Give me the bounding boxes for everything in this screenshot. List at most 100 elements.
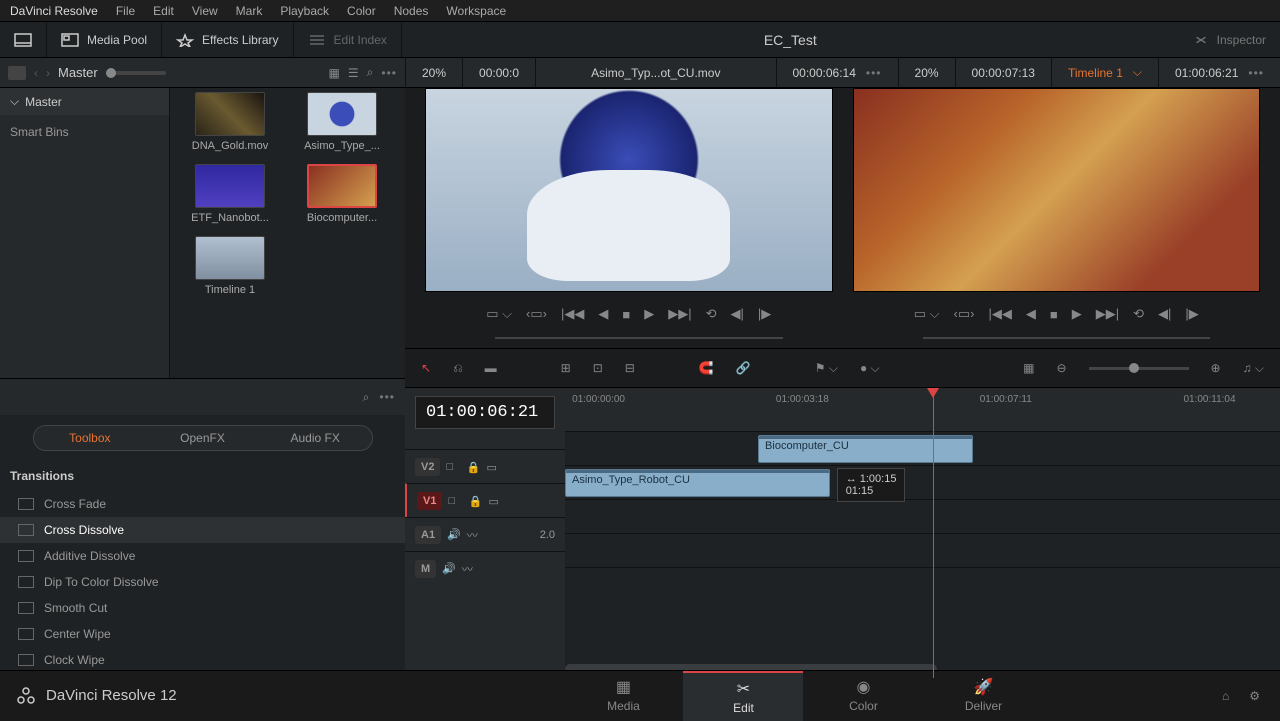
timeline-timecode[interactable]: 01:00:06:21: [415, 396, 555, 429]
nav-prev-icon[interactable]: ‹: [34, 66, 38, 80]
source-viewer[interactable]: [425, 88, 833, 292]
mute-icon[interactable]: 🔊: [447, 528, 461, 541]
home-icon[interactable]: ⌂: [1222, 689, 1229, 703]
src-more-icon[interactable]: •••: [866, 66, 882, 80]
tl-loop-icon[interactable]: ⟲: [1133, 306, 1144, 322]
page-media[interactable]: ▦Media: [563, 671, 683, 721]
fx-tab-audiofx[interactable]: Audio FX: [259, 426, 372, 450]
page-color[interactable]: ◉Color: [803, 671, 923, 721]
transition-item[interactable]: Additive Dissolve: [0, 543, 405, 569]
flag-icon[interactable]: ⚑ ⌵: [815, 361, 838, 376]
tl-first-icon[interactable]: |◀◀: [988, 306, 1011, 322]
src-clip-name[interactable]: Asimo_Typ...ot_CU.mov: [591, 66, 720, 80]
src-next-icon[interactable]: ▶▶|: [668, 306, 691, 322]
track-header-V2[interactable]: V2□🔒▭: [405, 449, 565, 483]
timeline-name[interactable]: Timeline 1: [1068, 66, 1123, 80]
menu-davinciresolve[interactable]: DaVinci Resolve: [10, 4, 98, 18]
src-play-icon[interactable]: ▶: [644, 306, 654, 322]
more-icon[interactable]: •••: [381, 66, 397, 80]
fx-tab-openfx[interactable]: OpenFX: [146, 426, 259, 450]
page-edit[interactable]: ✂Edit: [683, 671, 803, 721]
src-mode-icon[interactable]: ▭ ⌵: [486, 306, 512, 322]
track-ctl-icon[interactable]: 🔒: [468, 495, 482, 507]
fx-tab-toolbox[interactable]: Toolbox: [34, 426, 147, 450]
list-view-icon[interactable]: ☰: [348, 66, 359, 80]
overwrite-icon[interactable]: ⊡: [593, 361, 603, 375]
audio-icon[interactable]: ♫ ⌵: [1243, 361, 1264, 376]
page-deliver[interactable]: 🚀Deliver: [923, 671, 1043, 721]
src-match-icon[interactable]: ‹▭›: [526, 306, 547, 322]
tl-next-icon[interactable]: ▶▶|: [1096, 306, 1119, 322]
menu-view[interactable]: View: [192, 4, 218, 18]
razor-tool-icon[interactable]: ▬: [485, 361, 497, 375]
menu-nodes[interactable]: Nodes: [394, 4, 429, 18]
clip-thumb[interactable]: ETF_Nanobot...: [180, 164, 280, 224]
trim-tool-icon[interactable]: ⎌: [453, 361, 463, 376]
snap-icon[interactable]: 🧲: [699, 361, 714, 375]
clip-thumb[interactable]: DNA_Gold.mov: [180, 92, 280, 152]
insert-icon[interactable]: ⊞: [561, 361, 571, 375]
playhead[interactable]: [933, 388, 934, 678]
edit-index-btn[interactable]: Edit Index: [294, 22, 402, 57]
menu-edit[interactable]: Edit: [153, 4, 174, 18]
tl-mode-icon[interactable]: ▭ ⌵: [914, 306, 940, 322]
src-first-icon[interactable]: |◀◀: [561, 306, 584, 322]
src-prev-icon[interactable]: ◀: [598, 306, 608, 322]
track-row[interactable]: [565, 534, 1280, 568]
grid-view-icon[interactable]: ▦: [329, 66, 340, 80]
clip-thumb[interactable]: Biocomputer...: [292, 164, 392, 224]
track-ctl-icon[interactable]: □: [448, 495, 462, 507]
tl-view-icon[interactable]: ▦: [1023, 361, 1034, 375]
link-icon[interactable]: 🔗: [736, 361, 751, 375]
inspector-btn[interactable]: Inspector: [1179, 33, 1280, 47]
menu-playback[interactable]: Playback: [280, 4, 329, 18]
track-row[interactable]: [565, 500, 1280, 534]
tl-prev-icon[interactable]: ◀: [1026, 306, 1036, 322]
track-header-A1[interactable]: A1🔊〰2.0: [405, 517, 565, 551]
menu-color[interactable]: Color: [347, 4, 376, 18]
zoom-slider[interactable]: [1089, 367, 1189, 370]
smart-bins[interactable]: Smart Bins: [0, 115, 169, 149]
timeline-viewer[interactable]: [853, 88, 1261, 292]
settings-icon[interactable]: ⚙: [1249, 689, 1260, 703]
tl-play-icon[interactable]: ▶: [1072, 306, 1082, 322]
track-header-M[interactable]: M🔊〰: [405, 551, 565, 585]
search-icon[interactable]: ⌕: [367, 65, 374, 80]
clip-thumb[interactable]: Timeline 1: [180, 236, 280, 296]
tl-more-icon[interactable]: •••: [1248, 66, 1264, 80]
track-ctl-icon[interactable]: ▭: [488, 495, 502, 507]
src-out-icon[interactable]: |▶: [758, 306, 771, 322]
mute-icon[interactable]: 🔊: [442, 562, 456, 575]
transition-item[interactable]: Cross Fade: [0, 491, 405, 517]
replace-icon[interactable]: ⊟: [625, 361, 635, 375]
track-row[interactable]: Asimo_Type_Robot_CU: [565, 466, 1280, 500]
zoom-out-icon[interactable]: ⊖: [1056, 361, 1066, 375]
layout-btn[interactable]: [0, 22, 47, 57]
src-in-icon[interactable]: ◀|: [730, 306, 743, 322]
transition-item[interactable]: Center Wipe: [0, 621, 405, 647]
master-bin[interactable]: ⌵Master: [0, 88, 169, 115]
src-loop-icon[interactable]: ⟲: [706, 306, 717, 322]
menu-workspace[interactable]: Workspace: [446, 4, 506, 18]
effects-library-btn[interactable]: Effects Library: [162, 22, 293, 57]
timeline-clip[interactable]: Asimo_Type_Robot_CU: [565, 469, 830, 497]
media-pool-btn[interactable]: Media Pool: [47, 22, 162, 57]
track-ctl-icon[interactable]: □: [446, 461, 460, 473]
src-zoom[interactable]: 20%: [422, 66, 446, 80]
track-ctl-icon[interactable]: 🔒: [466, 461, 480, 473]
src-stop-icon[interactable]: ■: [622, 307, 630, 322]
tl-out-icon[interactable]: |▶: [1185, 306, 1198, 322]
track-row[interactable]: Biocomputer_CU: [565, 432, 1280, 466]
fx-search-icon[interactable]: ⌕: [363, 390, 370, 405]
menu-file[interactable]: File: [116, 4, 135, 18]
marker-icon[interactable]: ● ⌵: [860, 361, 880, 376]
track-ctl-icon[interactable]: ▭: [486, 461, 500, 473]
tl-zoom[interactable]: 20%: [915, 66, 939, 80]
timeline-clip[interactable]: Biocomputer_CU: [758, 435, 973, 463]
tl-match-icon[interactable]: ‹▭›: [954, 306, 975, 322]
nav-next-icon[interactable]: ›: [46, 66, 50, 80]
tl-stop-icon[interactable]: ■: [1050, 307, 1058, 322]
selection-tool-icon[interactable]: ↖: [421, 361, 431, 375]
track-header-V1[interactable]: V1□🔒▭: [405, 483, 565, 517]
transition-item[interactable]: Cross Dissolve: [0, 517, 405, 543]
